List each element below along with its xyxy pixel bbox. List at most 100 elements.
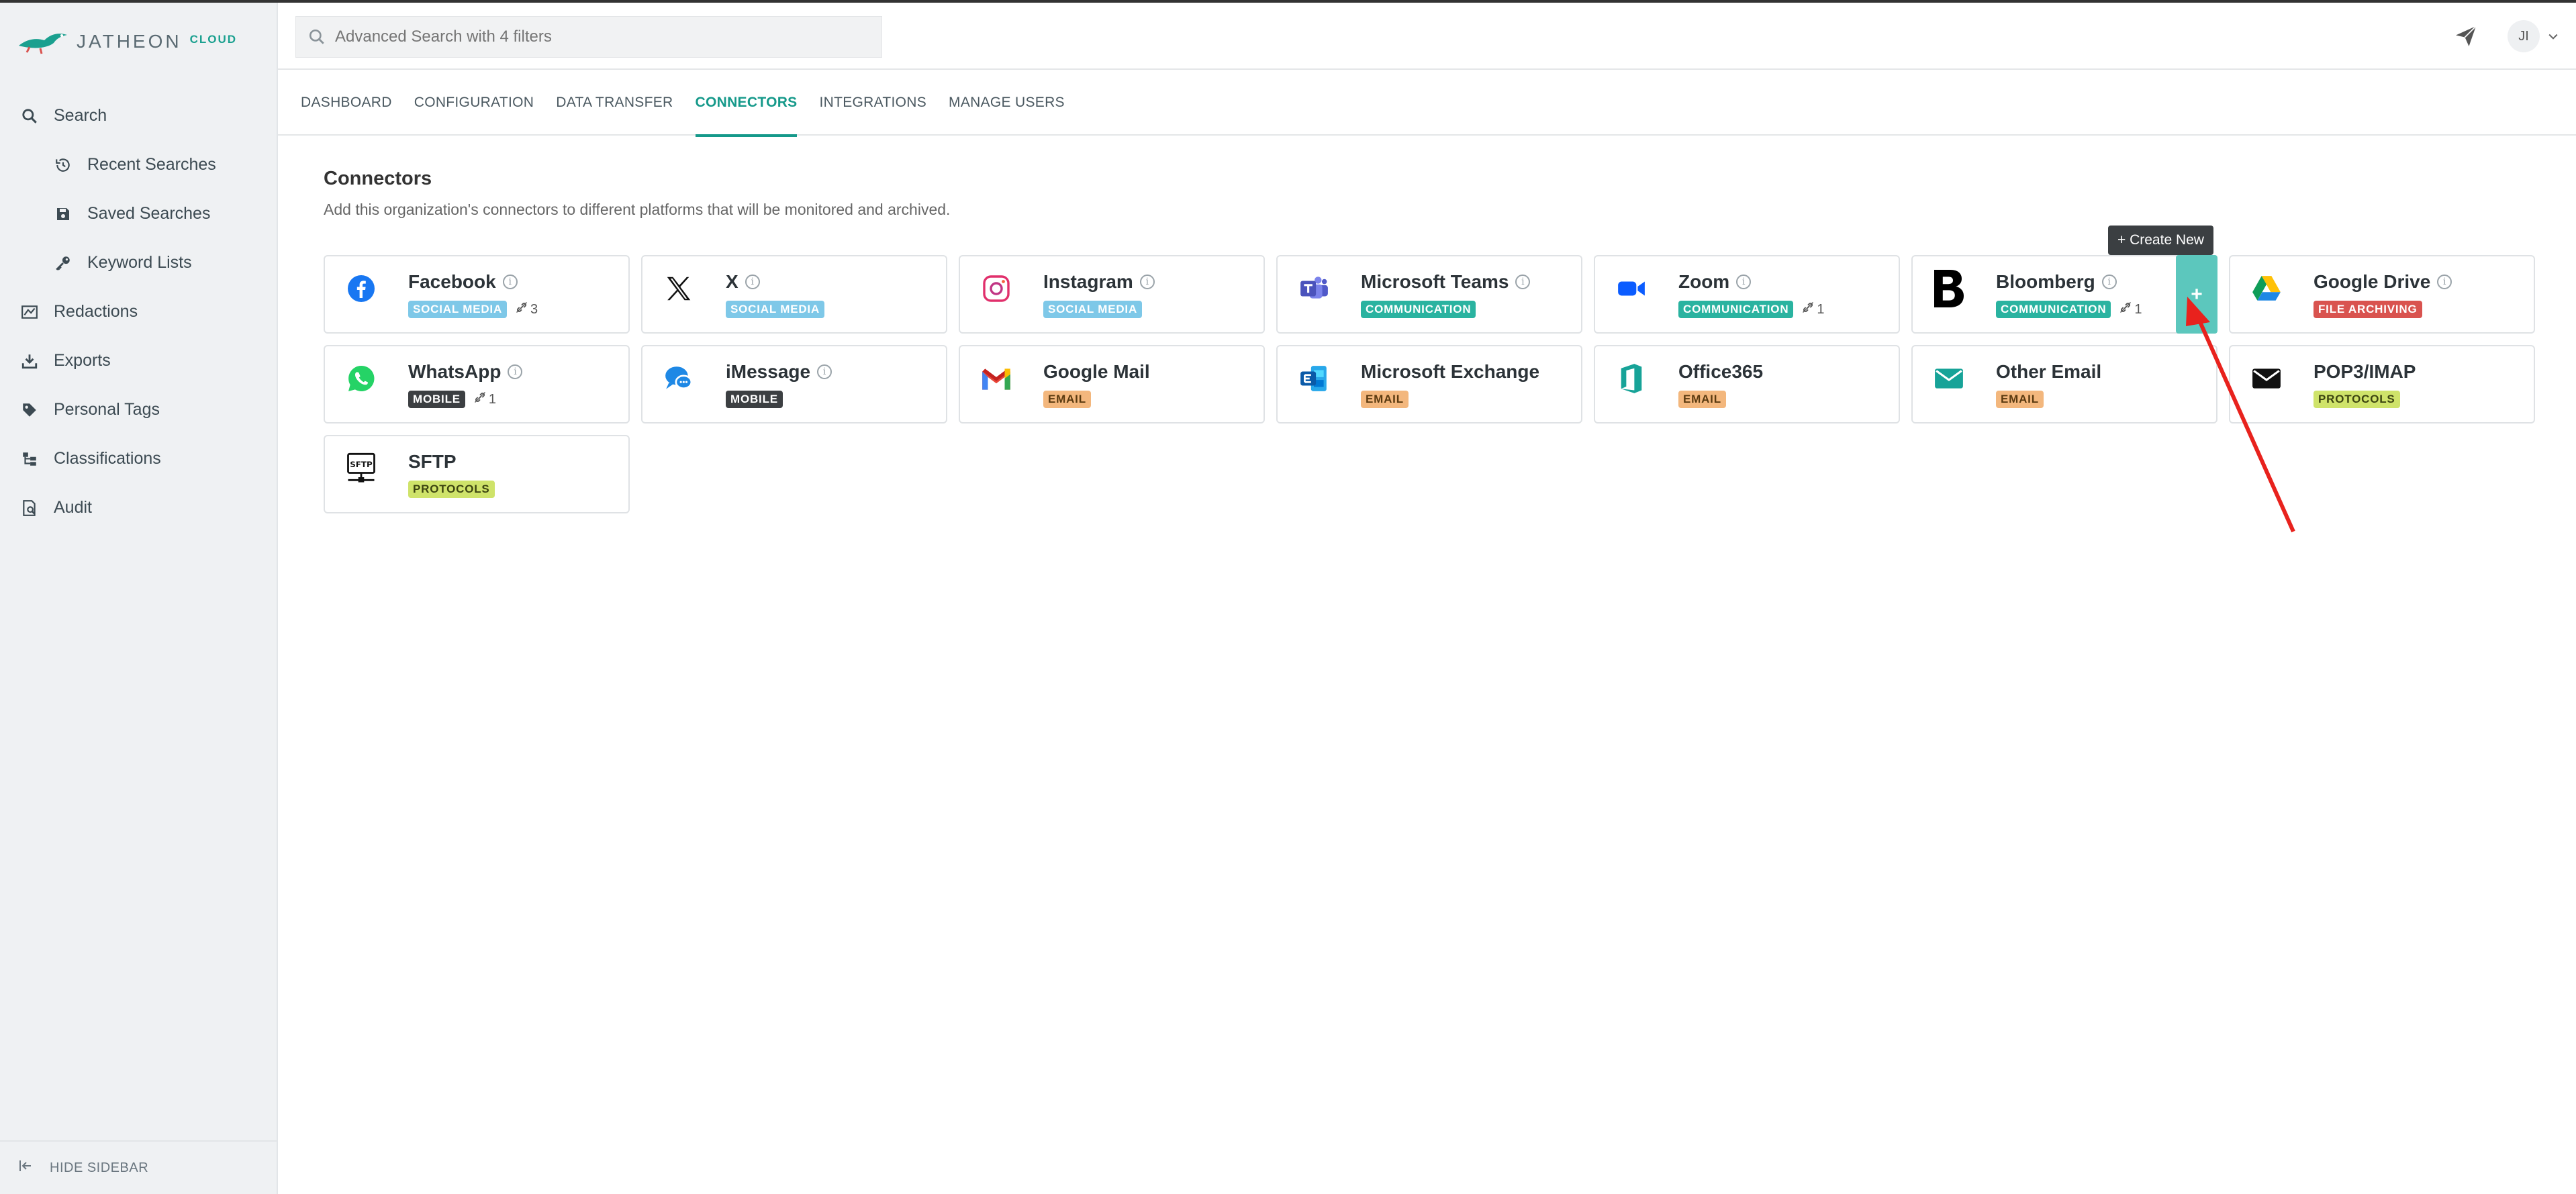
connector-name-text: Microsoft Exchange: [1361, 361, 1540, 382]
connector-card-instagram[interactable]: Instagram i SOCIAL MEDIA: [959, 255, 1265, 334]
tab-connectors[interactable]: CONNECTORS: [695, 70, 798, 137]
connector-card-google-drive[interactable]: Google Drive i FILE ARCHIVING: [2229, 255, 2535, 334]
create-new-button[interactable]: +: [2176, 255, 2217, 334]
linked-count-value: 3: [530, 301, 538, 317]
connector-card-microsoft-exchange[interactable]: Microsoft Exchange EMAIL: [1276, 345, 1582, 424]
sidebar-nav: Search Recent Searches Saved Searches Ke…: [0, 91, 278, 532]
info-icon[interactable]: i: [817, 364, 832, 379]
logo-subtext: CLOUD: [189, 33, 238, 46]
top-header: JI: [278, 3, 2576, 70]
link-icon: [2119, 301, 2134, 318]
chevron-down-icon[interactable]: [2546, 30, 2560, 43]
email-icon: [1930, 360, 1968, 397]
sidebar-item-personal-tags[interactable]: Personal Tags: [0, 385, 278, 434]
connector-name-text: WhatsApp: [408, 361, 502, 382]
user-avatar[interactable]: JI: [2508, 20, 2540, 52]
sidebar-item-search[interactable]: Search: [0, 91, 278, 140]
connector-card-office365[interactable]: Office365 EMAIL: [1594, 345, 1900, 424]
category-badge: PROTOCOLS: [408, 481, 495, 498]
connector-name-text: Facebook: [408, 271, 496, 292]
category-badge: COMMUNICATION: [1678, 301, 1794, 318]
connector-meta: MOBILE: [726, 391, 783, 408]
connector-card-x[interactable]: X i SOCIAL MEDIA: [641, 255, 947, 334]
info-icon[interactable]: i: [2437, 275, 2452, 289]
connector-meta: EMAIL: [1361, 391, 1409, 408]
category-badge: COMMUNICATION: [1996, 301, 2111, 318]
info-icon[interactable]: i: [508, 364, 523, 379]
redaction-icon: [20, 303, 39, 321]
connector-meta: SOCIAL MEDIA: [726, 301, 825, 318]
sidebar-item-label: Keyword Lists: [87, 253, 192, 272]
envelope-icon: [2248, 360, 2285, 397]
tab-data-transfer[interactable]: DATA TRANSFER: [556, 70, 673, 136]
category-badge: PROTOCOLS: [2313, 391, 2400, 408]
connector-card-zoom[interactable]: Zoom i COMMUNICATION 1: [1594, 255, 1900, 334]
info-icon[interactable]: i: [1736, 275, 1752, 289]
sidebar-item-exports[interactable]: Exports: [0, 336, 278, 385]
sidebar-item-audit[interactable]: Audit: [0, 483, 278, 532]
connector-meta: MOBILE 1: [408, 391, 496, 408]
link-icon: [515, 301, 530, 318]
connector-card-microsoft-teams[interactable]: Microsoft Teams i COMMUNICATION: [1276, 255, 1582, 334]
connector-name-text: SFTP: [408, 451, 457, 472]
category-badge: EMAIL: [1678, 391, 1726, 408]
connector-meta: SOCIAL MEDIA: [1043, 301, 1143, 318]
connector-meta: FILE ARCHIVING: [2313, 301, 2422, 318]
connector-card-pop3-imap[interactable]: POP3/IMAP PROTOCOLS: [2229, 345, 2535, 424]
connector-name: iMessage i: [726, 361, 832, 383]
tab-integrations[interactable]: INTEGRATIONS: [819, 70, 926, 136]
tab-manage-users[interactable]: MANAGE USERS: [949, 70, 1065, 136]
connector-card-sftp[interactable]: SFTP SFTP PROTOCOLS: [324, 435, 630, 513]
connector-card-imessage[interactable]: iMessage i MOBILE: [641, 345, 947, 424]
connector-meta: COMMUNICATION: [1361, 301, 1476, 318]
info-icon[interactable]: i: [1139, 275, 1155, 289]
teams-icon: [1295, 270, 1333, 307]
connector-name-text: Bloomberg: [1996, 271, 2095, 292]
connector-card-facebook[interactable]: Facebook i SOCIAL MEDIA 3: [324, 255, 630, 334]
logo-text: JATHEON: [77, 31, 182, 52]
connector-card-google-mail[interactable]: Google Mail EMAIL: [959, 345, 1265, 424]
info-icon[interactable]: i: [745, 275, 760, 289]
connector-name: X i: [726, 271, 760, 293]
linked-count: 1: [2119, 301, 2142, 318]
connector-card-bloomberg[interactable]: Bloomberg i COMMUNICATION 1 +: [1911, 255, 2217, 334]
category-badge: FILE ARCHIVING: [2313, 301, 2422, 318]
hide-sidebar-button[interactable]: HIDE SIDEBAR: [0, 1140, 277, 1194]
connector-name-text: X: [726, 271, 738, 292]
tab-dashboard[interactable]: DASHBOARD: [301, 70, 392, 136]
sidebar-item-label: Recent Searches: [87, 155, 216, 174]
page-description: Add this organization's connectors to di…: [324, 201, 951, 218]
search-input[interactable]: [335, 28, 872, 46]
connector-card-other-email[interactable]: Other Email EMAIL: [1911, 345, 2217, 424]
connector-name: Instagram i: [1043, 271, 1155, 293]
info-icon[interactable]: i: [502, 275, 518, 289]
link-icon: [473, 391, 489, 408]
sidebar: JATHEON CLOUD Search Recent Searches Sav…: [0, 3, 278, 1194]
lizard-logo-icon: [19, 34, 67, 54]
sidebar-item-classifications[interactable]: Classifications: [0, 434, 278, 483]
sidebar-item-keyword-lists[interactable]: Keyword Lists: [0, 238, 278, 287]
logo[interactable]: JATHEON CLOUD: [17, 23, 237, 60]
category-badge: EMAIL: [1996, 391, 2044, 408]
download-icon: [20, 352, 39, 370]
connector-name-text: Instagram: [1043, 271, 1133, 292]
info-icon[interactable]: i: [1515, 275, 1531, 289]
info-icon[interactable]: i: [2101, 275, 2117, 289]
linked-count-value: 1: [488, 391, 497, 407]
x-icon: [660, 270, 698, 307]
nav-tabs: DASHBOARD CONFIGURATION DATA TRANSFER CONNE…: [278, 70, 2576, 137]
connector-card-whatsapp[interactable]: WhatsApp i MOBILE 1: [324, 345, 630, 424]
sidebar-item-label: Search: [54, 106, 107, 125]
tab-configuration[interactable]: CONFIGURATION: [414, 70, 534, 136]
send-button[interactable]: [2451, 21, 2481, 51]
sidebar-item-redactions[interactable]: Redactions: [0, 287, 278, 336]
linked-count-value: 1: [1817, 301, 1825, 317]
sidebar-item-saved-searches[interactable]: Saved Searches: [0, 189, 278, 238]
advanced-search[interactable]: [295, 16, 882, 58]
paper-plane-icon: [2456, 26, 2477, 46]
category-badge: SOCIAL MEDIA: [408, 301, 508, 318]
connector-meta: PROTOCOLS: [2313, 391, 2400, 408]
sidebar-item-recent-searches[interactable]: Recent Searches: [0, 140, 278, 189]
exchange-icon: [1295, 360, 1333, 397]
collapse-icon: [17, 1158, 34, 1178]
